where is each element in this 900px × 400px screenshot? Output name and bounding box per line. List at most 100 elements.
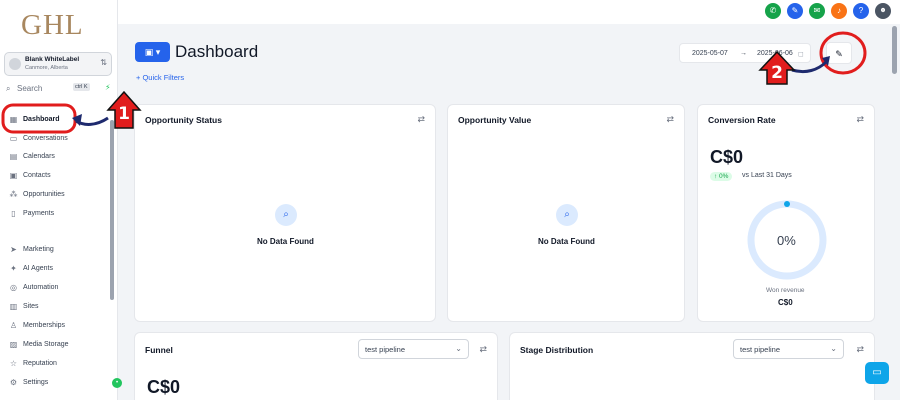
sidebar-item-payments[interactable]: ▯ Payments xyxy=(8,206,108,220)
sidebar-item-label: Opportunities xyxy=(23,190,65,198)
sidebar-item-label: Settings xyxy=(23,378,49,386)
contacts-icon: ▣ xyxy=(9,170,18,180)
card-title: Conversion Rate xyxy=(708,115,776,125)
grid-icon: ▦ xyxy=(9,114,18,124)
conversion-value: C$0 xyxy=(710,147,744,167)
sidebar-item-calendars[interactable]: ▤ Calendars xyxy=(8,149,108,163)
search-input[interactable]: ⌕ Search ctrl K ⚡ xyxy=(6,83,112,95)
send-icon: ➤ xyxy=(10,244,17,254)
dashboard-switcher-button[interactable]: ▣ ▾ xyxy=(135,42,170,62)
sidebar-item-marketing[interactable]: ➤ Marketing xyxy=(8,242,108,256)
stage-distribution-card: Stage Distribution test pipeline ⌄ ⇄ xyxy=(509,332,875,400)
avatar[interactable]: ☻ xyxy=(875,3,891,19)
sidebar-item-label: Memberships xyxy=(23,321,66,329)
brand-logo[interactable]: GHL xyxy=(21,9,84,42)
pipeline-select[interactable]: test pipeline ⌄ xyxy=(358,339,469,359)
ring-percent: 0% xyxy=(777,233,796,248)
help-icon[interactable]: ? xyxy=(853,3,869,19)
pencil-icon: ✎ xyxy=(835,49,843,59)
pipeline-select-value: test pipeline xyxy=(740,345,781,354)
chat-widget-icon[interactable]: ▭ xyxy=(865,362,889,384)
step-1-number: 1 xyxy=(118,104,130,124)
opportunity-status-card: Opportunity Status ⇄ ⌕ No Data Found xyxy=(134,104,436,322)
sidebar-item-automation[interactable]: ◎ Automation xyxy=(8,280,108,294)
magic-wand-icon[interactable]: ✎ xyxy=(787,3,803,19)
won-revenue-value: C$0 xyxy=(778,298,793,307)
megaphone-icon[interactable]: ✉ xyxy=(809,3,825,19)
page-title: Dashboard xyxy=(175,42,259,61)
main-scrollbar[interactable] xyxy=(892,26,897,74)
date-end: 2025-06-06 xyxy=(757,50,793,57)
bolt-icon[interactable]: ⚡ xyxy=(105,83,111,92)
phone-icon[interactable]: ✆ xyxy=(765,3,781,19)
sidebar-item-label: Sites xyxy=(23,302,39,310)
search-shortcut: ctrl K xyxy=(73,83,90,91)
sidebar-item-label: Payments xyxy=(23,209,55,217)
edit-dashboard-button[interactable]: ✎ xyxy=(826,42,852,64)
search-icon: ⌕ xyxy=(6,84,11,93)
search-placeholder: Search xyxy=(17,84,43,93)
swap-icon[interactable]: ⇄ xyxy=(417,114,425,125)
search-icon: ⌕ xyxy=(556,204,578,226)
calendar-icon: ◻ xyxy=(798,51,804,58)
sidebar-item-memberships[interactable]: ♙ Memberships xyxy=(8,318,108,332)
top-bar: ✆ ✎ ✉ ♪ ? ☻ xyxy=(118,0,900,24)
sidebar-item-contacts[interactable]: ▣ Contacts xyxy=(8,168,108,182)
sidebar-item-dashboard[interactable]: ▦ Dashboard xyxy=(8,112,108,126)
chevron-down-icon: ⌄ xyxy=(455,344,462,353)
location-pin-icon xyxy=(9,58,21,70)
card-title: Opportunity Value xyxy=(458,115,532,125)
won-revenue-label: Won revenue xyxy=(766,287,805,294)
account-location: Canmore, Alberta xyxy=(25,65,68,71)
sidebar-item-label: Contacts xyxy=(23,171,51,179)
sidebar-item-media-storage[interactable]: ▨ Media Storage xyxy=(8,337,108,351)
sidebar-item-label: Reputation xyxy=(23,359,57,367)
sidebar-item-reputation[interactable]: ☆ Reputation xyxy=(8,356,108,370)
sidebar-item-label: Conversations xyxy=(23,134,68,142)
step-2-number: 2 xyxy=(771,63,783,83)
sidebar-item-opportunities[interactable]: ⁂ Opportunities xyxy=(8,187,108,201)
pipeline-select[interactable]: test pipeline ⌄ xyxy=(733,339,844,359)
sidebar-item-label: Calendars xyxy=(23,152,55,160)
sidebar-item-settings[interactable]: ⚙ Settings xyxy=(8,375,108,389)
chevron-down-icon: ⌄ xyxy=(830,344,837,353)
conversion-rate-card: Conversion Rate ⇄ C$0 ↑ 0% vs Last 31 Da… xyxy=(697,104,875,322)
chat-icon: ▭ xyxy=(9,133,18,143)
swap-icon[interactable]: ⇄ xyxy=(856,344,864,355)
award-icon: ♙ xyxy=(9,320,18,330)
payments-icon: ▯ xyxy=(11,208,16,218)
sparkle-icon: ✦ xyxy=(10,263,17,273)
bell-icon[interactable]: ♪ xyxy=(831,3,847,19)
date-range-picker[interactable]: 2025-05-07 → 2025-06-06 ◻ xyxy=(679,43,811,63)
sidebar-item-label: Media Storage xyxy=(23,340,69,348)
opportunity-value-card: Opportunity Value ⇄ ⌕ No Data Found xyxy=(447,104,685,322)
star-icon: ☆ xyxy=(9,358,18,368)
sidebar-item-ai-agents[interactable]: ✦ AI Agents xyxy=(8,261,108,275)
automation-icon: ◎ xyxy=(10,282,17,292)
sidebar-scrollbar[interactable] xyxy=(110,120,114,300)
account-name: Blank WhiteLabel xyxy=(25,56,80,63)
search-icon: ⌕ xyxy=(275,204,297,226)
sidebar-item-sites[interactable]: ▥ Sites xyxy=(8,299,108,313)
sidebar: GHL Blank WhiteLabel Canmore, Alberta ⇅ … xyxy=(0,0,122,400)
change-badge: ↑ 0% xyxy=(710,172,733,181)
quick-filters-link[interactable]: + Quick Filters xyxy=(136,73,184,82)
sites-icon: ▥ xyxy=(9,301,18,311)
compare-text: vs Last 31 Days xyxy=(742,172,792,179)
sidebar-item-conversations[interactable]: ▭ Conversations xyxy=(8,131,108,145)
arrow-2 xyxy=(791,60,828,74)
date-arrow-icon: → xyxy=(740,50,747,57)
pipeline-select-value: test pipeline xyxy=(365,345,406,354)
chevron-updown-icon: ⇅ xyxy=(100,58,107,67)
sidebar-item-label: Automation xyxy=(23,283,59,291)
swap-icon[interactable]: ⇄ xyxy=(856,114,864,125)
empty-state-text: No Data Found xyxy=(257,237,314,246)
calendar-icon: ▤ xyxy=(9,151,18,161)
card-title: Opportunity Status xyxy=(145,115,222,125)
empty-state-text: No Data Found xyxy=(538,237,595,246)
funnel-value: C$0 xyxy=(147,377,181,397)
notification-badge: • xyxy=(112,378,122,388)
swap-icon[interactable]: ⇄ xyxy=(666,114,674,125)
swap-icon[interactable]: ⇄ xyxy=(479,344,487,355)
account-switcher[interactable]: Blank WhiteLabel Canmore, Alberta ⇅ xyxy=(4,52,112,76)
